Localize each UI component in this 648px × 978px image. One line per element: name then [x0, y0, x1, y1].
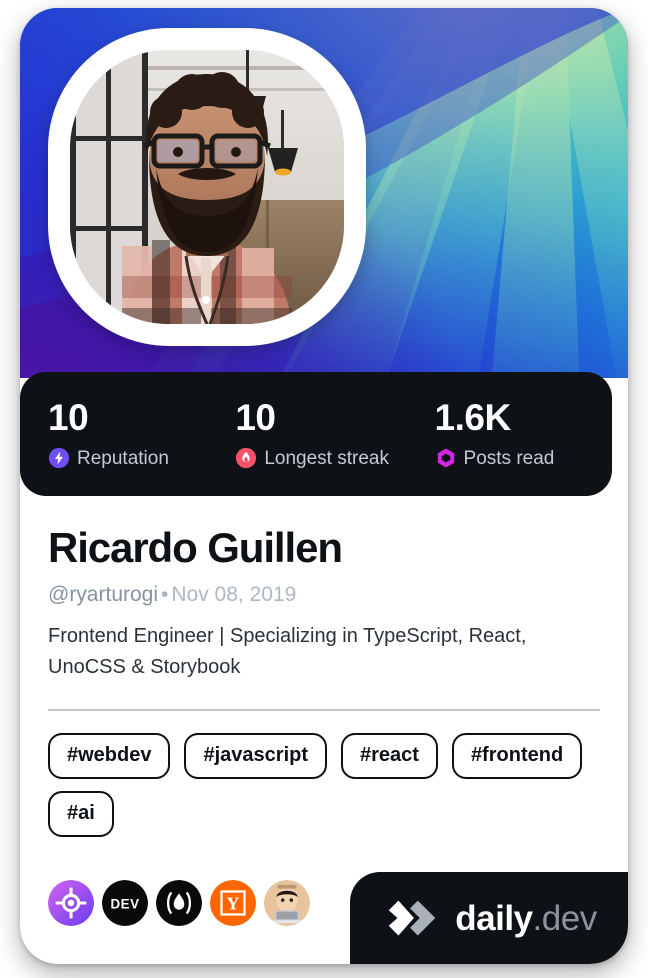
tag-chip[interactable]: #webdev — [48, 733, 171, 780]
tag-chip[interactable]: #javascript — [184, 733, 327, 780]
daily-dev-logo-icon — [389, 900, 436, 936]
daily-dev-brand-badge[interactable]: daily.dev — [350, 872, 628, 964]
cover-banner — [20, 8, 628, 378]
tag-chip[interactable]: #react — [341, 733, 438, 780]
tag-chip[interactable]: #ai — [48, 791, 114, 838]
divider — [48, 709, 600, 712]
joined-date: Nov 08, 2019 — [171, 583, 297, 607]
source-icon-list: DEV Y — [48, 880, 310, 926]
bolt-icon — [48, 447, 70, 469]
avatar-photo-illustration — [70, 50, 344, 324]
profile-body: Ricardo Guillen @ryarturogi • Nov 08, 2019… — [20, 496, 628, 838]
svg-text:Y: Y — [226, 894, 239, 914]
stat-label: Posts read — [463, 447, 555, 469]
brand-text: daily.dev — [455, 898, 598, 938]
handle-and-joined: @ryarturogi • Nov 08, 2019 — [48, 582, 600, 607]
devcard[interactable]: 10 Reputation 10 Longest streak 1.6K Pos… — [20, 8, 628, 964]
brand-suffix: .dev — [532, 898, 598, 938]
page-title: Ricardo Guillen — [48, 524, 343, 571]
stat-label: Reputation — [77, 447, 169, 469]
stat-value: 1.6K — [434, 397, 512, 438]
stat-longest-streak: 10 Longest streak — [235, 399, 434, 469]
hacker-news-source-icon[interactable]: Y — [210, 880, 256, 926]
ring-hex-icon — [437, 448, 454, 468]
card-footer: DEV Y daily.dev — [20, 872, 628, 964]
user-avatar-source-icon[interactable] — [264, 880, 310, 926]
daily-dev-source-icon[interactable] — [48, 880, 94, 926]
brand-name: daily — [455, 898, 533, 938]
stat-label: Longest streak — [264, 447, 389, 469]
flame-icon — [236, 447, 257, 469]
handle: @ryarturogi — [48, 583, 159, 607]
devto-source-icon[interactable]: DEV — [102, 880, 148, 926]
separator-dot: • — [161, 583, 169, 607]
stats-bar: 10 Reputation 10 Longest streak 1.6K Pos… — [20, 372, 612, 496]
stat-value: 10 — [48, 397, 89, 438]
avatar-image — [70, 50, 344, 324]
tag-chip[interactable]: #frontend — [451, 733, 583, 780]
tag-list: #webdev #javascript #react #frontend #ai — [48, 733, 600, 838]
hashnode-source-icon[interactable] — [156, 880, 202, 926]
stat-posts-read: 1.6K Posts read — [435, 399, 612, 469]
stat-value: 10 — [235, 397, 276, 438]
bio-text: Frontend Engineer | Specializing in Type… — [48, 625, 527, 679]
svg-text:DEV: DEV — [110, 896, 139, 911]
avatar — [48, 28, 366, 346]
stat-reputation: 10 Reputation — [48, 399, 235, 469]
